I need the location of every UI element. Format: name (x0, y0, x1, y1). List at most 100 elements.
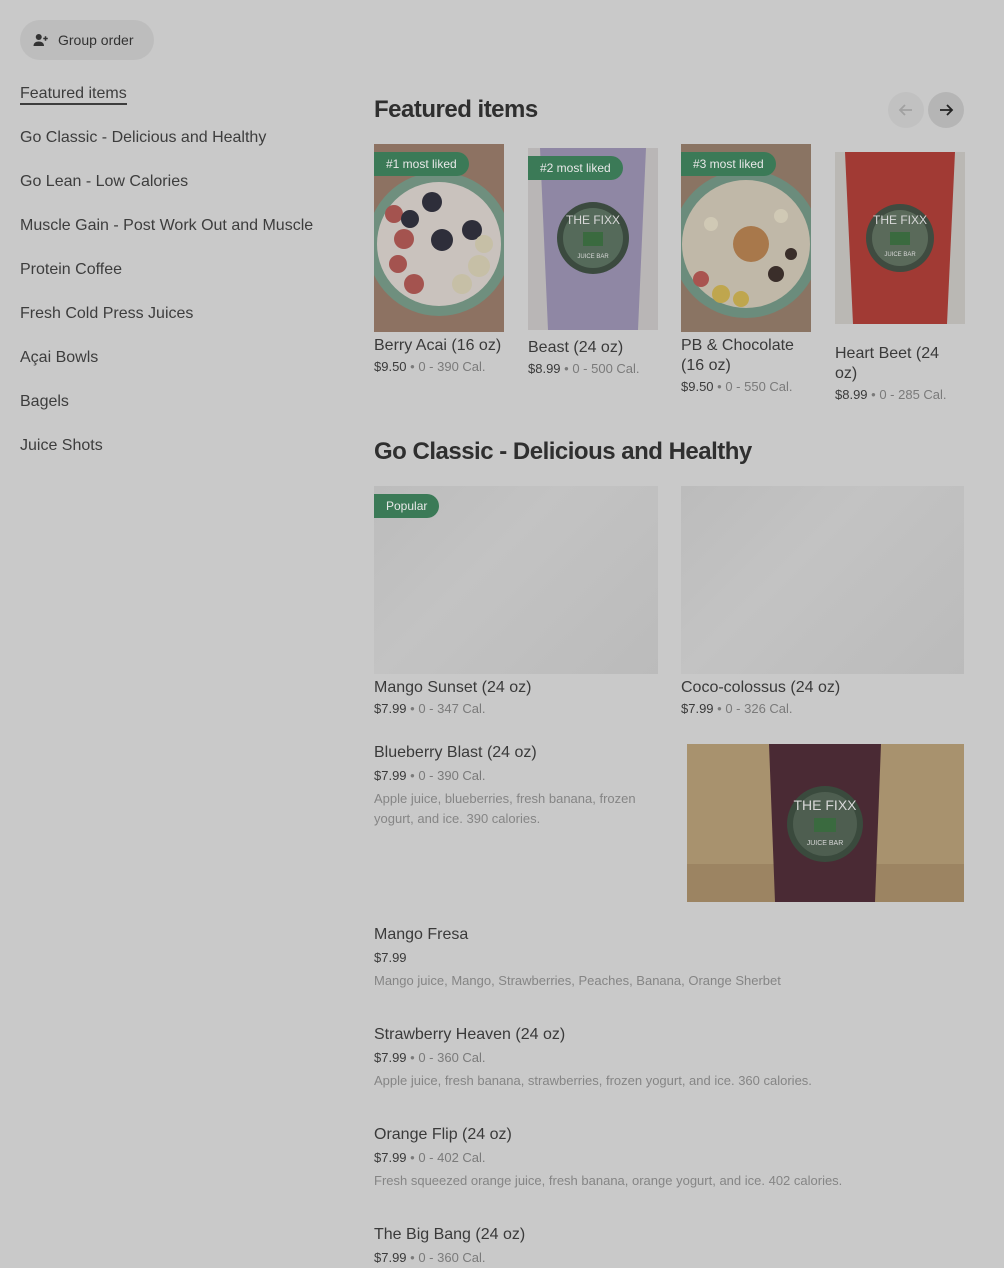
item-meta: $8.99 • 0 - 500 Cal. (528, 361, 640, 376)
sidebar-item-go-classic[interactable]: Go Classic - Delicious and Healthy (20, 126, 328, 170)
item-meta: $7.99 • 0 - 347 Cal. (374, 701, 486, 716)
item-image: THE FIXX JUICE BAR (835, 152, 965, 324)
item-image: THE FIXX JUICE BAR (687, 744, 964, 902)
item-description: Mango juice, Mango, Strawberries, Peache… (374, 973, 781, 988)
item-meta: $7.99 • 0 - 390 Cal. (374, 768, 486, 783)
item-name: Beast (24 oz) (528, 339, 624, 356)
item-price: $8.99 (528, 361, 561, 376)
item-name: Coco-colossus (24 oz) (681, 679, 841, 696)
item-calories: 0 - 326 Cal. (725, 701, 793, 716)
sidebar-item-protein-coffee[interactable]: Protein Coffee (20, 258, 328, 302)
item-calories: 0 - 500 Cal. (572, 361, 640, 376)
sidebar-item-bagels[interactable]: Bagels (20, 390, 328, 434)
list-item[interactable]: Mango Fresa $7.99 Mango juice, Mango, St… (374, 925, 964, 991)
item-name: Berry Acai (16 oz) (374, 337, 502, 354)
sidebar-item-go-lean[interactable]: Go Lean - Low Calories (20, 170, 328, 214)
item-meta: $7.99 • 0 - 360 Cal. (374, 1050, 486, 1065)
item-calories: 0 - 390 Cal. (418, 768, 486, 783)
item-meta: $9.50 • 0 - 390 Cal. (374, 359, 486, 374)
sidebar-item-label: Featured items (20, 85, 127, 105)
cup-logo-text: THE FIXX (873, 213, 927, 227)
item-image: THE FIXX JUICE BAR #2 most liked (528, 148, 658, 330)
list-item[interactable]: Blueberry Blast (24 oz) $7.99 • 0 - 390 … (374, 743, 964, 902)
item-description: Apple juice, blueberries, fresh banana, … (374, 791, 636, 826)
carousel-next-button[interactable] (928, 92, 964, 128)
list-item[interactable]: Strawberry Heaven (24 oz) $7.99 • 0 - 36… (374, 1025, 964, 1091)
item-price: $8.99 (835, 387, 868, 402)
sidebar-item-label: Juice Shots (20, 437, 103, 454)
item-name: Heart Beet (24 oz) (835, 345, 940, 382)
featured-card[interactable]: #1 most liked Berry Acai (16 oz) $9.50 •… (374, 144, 504, 374)
item-price: $7.99 (374, 768, 407, 783)
item-description: Apple juice, fresh banana, strawberries,… (374, 1073, 812, 1088)
featured-title: Featured items (374, 96, 538, 123)
sidebar-item-cold-press[interactable]: Fresh Cold Press Juices (20, 302, 328, 346)
cup-logo-sub: JUICE BAR (884, 252, 916, 258)
item-calories: 0 - 390 Cal. (418, 359, 486, 374)
group-order-label: Group order (58, 32, 134, 48)
item-price: $7.99 (374, 950, 407, 965)
item-calories: 0 - 360 Cal. (418, 1050, 486, 1065)
list-item[interactable]: Orange Flip (24 oz) $7.99 • 0 - 402 Cal.… (374, 1125, 964, 1191)
item-name: Mango Fresa (374, 926, 469, 943)
item-calories: 0 - 402 Cal. (418, 1150, 486, 1165)
badge: #3 most liked (681, 152, 776, 176)
blueberry-smoothie-image: THE FIXX JUICE BAR (687, 744, 964, 902)
person-add-icon (33, 34, 48, 46)
item-image: #1 most liked (374, 144, 504, 332)
item-name: The Big Bang (24 oz) (374, 1226, 526, 1243)
category-sidebar: Featured items Go Classic - Delicious an… (20, 82, 328, 478)
item-price: $7.99 (374, 701, 407, 716)
item-description: Fresh squeezed orange juice, fresh banan… (374, 1173, 843, 1188)
sidebar-item-juice-shots[interactable]: Juice Shots (20, 434, 328, 478)
badge: #1 most liked (374, 152, 469, 176)
item-calories: 0 - 360 Cal. (418, 1250, 486, 1265)
item-name: Orange Flip (24 oz) (374, 1126, 512, 1143)
sidebar-item-label: Go Classic - Delicious and Healthy (20, 129, 267, 146)
featured-card[interactable]: THE FIXX JUICE BAR #2 most liked Beast (… (528, 144, 658, 376)
item-image-placeholder (681, 486, 964, 674)
item-price: $9.50 (681, 379, 714, 394)
item-price: $7.99 (374, 1150, 407, 1165)
item-name: Mango Sunset (24 oz) (374, 679, 532, 696)
item-name: Blueberry Blast (24 oz) (374, 744, 537, 761)
sidebar-item-label: Fresh Cold Press Juices (20, 305, 194, 322)
sidebar-item-acai-bowls[interactable]: Açai Bowls (20, 346, 328, 390)
grid-item-card[interactable]: Coco-colossus (24 oz) $7.99 • 0 - 326 Ca… (681, 486, 964, 716)
item-calories: 0 - 285 Cal. (879, 387, 947, 402)
item-price: $9.50 (374, 359, 407, 374)
featured-card[interactable]: THE FIXX JUICE BAR Heart Beet (24 oz) $8… (835, 144, 965, 402)
sidebar-item-label: Muscle Gain - Post Work Out and Muscle (20, 217, 314, 234)
sidebar-item-label: Açai Bowls (20, 349, 99, 366)
arrow-right-icon (940, 104, 954, 116)
featured-card[interactable]: #3 most liked PB & Chocolate (16 oz) $9.… (681, 144, 811, 394)
popular-badge: Popular (374, 494, 440, 518)
cup-logo-sub: JUICE BAR (807, 840, 844, 847)
go-classic-title: Go Classic - Delicious and Healthy (374, 438, 752, 465)
cup-logo-sub: JUICE BAR (577, 254, 609, 260)
group-order-button[interactable]: Group order (20, 20, 154, 60)
item-image-placeholder: Popular (374, 486, 658, 674)
item-calories: 0 - 347 Cal. (418, 701, 486, 716)
item-image: #3 most liked (681, 144, 811, 332)
carousel-prev-button[interactable] (888, 92, 924, 128)
item-price: $7.99 (374, 1250, 407, 1265)
item-name: Strawberry Heaven (24 oz) (374, 1026, 566, 1043)
item-meta: $7.99 (374, 950, 964, 965)
item-meta: $7.99 • 0 - 326 Cal. (681, 701, 793, 716)
arrow-left-icon (898, 104, 912, 116)
sidebar-item-label: Bagels (20, 393, 69, 410)
sidebar-item-muscle-gain[interactable]: Muscle Gain - Post Work Out and Muscle (20, 214, 328, 258)
grid-item-card[interactable]: Popular Mango Sunset (24 oz) $7.99 • 0 -… (374, 486, 658, 716)
cup-logo-text: THE FIXX (793, 797, 857, 813)
list-item[interactable]: The Big Bang (24 oz) $7.99 • 0 - 360 Cal… (374, 1225, 964, 1265)
sidebar-item-label: Go Lean - Low Calories (20, 173, 189, 190)
item-meta: $7.99 • 0 - 402 Cal. (374, 1150, 486, 1165)
item-meta: $7.99 • 0 - 360 Cal. (374, 1250, 486, 1265)
item-meta: $8.99 • 0 - 285 Cal. (835, 387, 947, 402)
sidebar-item-featured[interactable]: Featured items (20, 82, 328, 126)
item-name: PB & Chocolate (16 oz) (681, 337, 794, 374)
cup-logo-text: THE FIXX (566, 213, 620, 227)
item-meta: $9.50 • 0 - 550 Cal. (681, 379, 793, 394)
item-calories: 0 - 550 Cal. (725, 379, 793, 394)
